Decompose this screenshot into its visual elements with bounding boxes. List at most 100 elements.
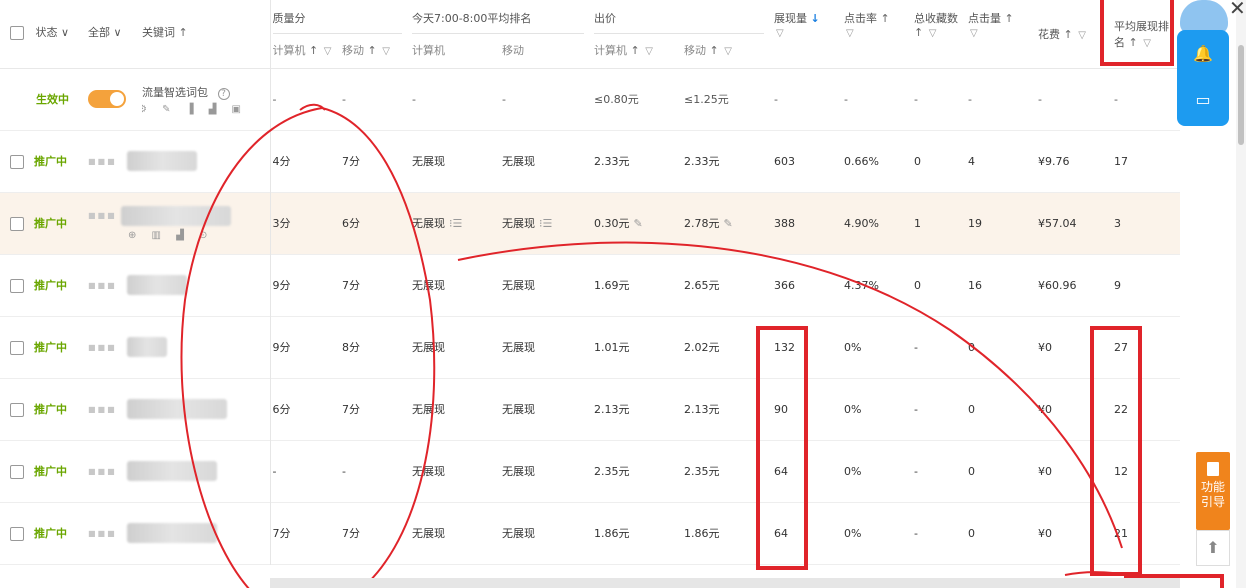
cell-impressions: 366: [774, 278, 795, 292]
cell-clicks: 0: [968, 340, 975, 354]
cell-avg-rank: 27: [1114, 340, 1128, 354]
row-checkbox[interactable]: [10, 403, 24, 417]
document-icon: [1207, 462, 1219, 476]
sort-up-icon[interactable]: ↑: [1064, 28, 1073, 41]
filter-icon[interactable]: ▽: [776, 28, 784, 39]
bid-pc-header[interactable]: 计算机 ↑ ▽: [594, 40, 684, 68]
filter-icon[interactable]: ▽: [324, 46, 332, 57]
keyword-dots: ■■■: [88, 528, 117, 538]
cell-ctr: 0%: [844, 402, 862, 416]
keyword-text-redacted[interactable]: [126, 151, 197, 171]
cell-impressions: 603: [774, 154, 795, 168]
avg-rank-header[interactable]: 平均展现排 名 ↑ ▽: [1106, 0, 1180, 68]
clicks-header[interactable]: 点击量 ↑ ▽: [968, 0, 1038, 68]
sort-up-icon[interactable]: ↑: [368, 44, 377, 57]
cost-header[interactable]: 花费 ↑ ▽: [1038, 0, 1106, 68]
floating-service-panel: 🔔 ▭: [1177, 30, 1229, 126]
row-checkbox[interactable]: [10, 465, 24, 479]
row-checkbox[interactable]: [10, 341, 24, 355]
row-checkbox[interactable]: [10, 279, 24, 293]
keyword-action-icons[interactable]: ⊕ ▥ ▟ ⊙: [128, 230, 270, 241]
sort-up-icon[interactable]: ↑: [914, 26, 923, 39]
sort-up-icon[interactable]: ↑: [309, 44, 318, 57]
filter-icon[interactable]: ▽: [929, 28, 937, 39]
keyword-dots: ■■■: [88, 466, 117, 476]
cell-rank-mobile: 无展现 ⁝☰: [502, 217, 553, 230]
row-checkbox[interactable]: [10, 217, 24, 231]
filter-icon[interactable]: ▽: [970, 28, 978, 39]
mascot-icon[interactable]: [1180, 0, 1228, 34]
sort-up-icon[interactable]: ↑: [1129, 36, 1138, 49]
quality-mobile-header[interactable]: 移动 ↑ ▽: [342, 40, 412, 68]
help-icon[interactable]: ?: [217, 87, 230, 100]
table-row[interactable]: 推广中 ■■■ 9分 8分 无展现 无展现 1.01元 2.02元 132 0% - 0 ¥0 27: [0, 316, 1180, 378]
cell-clicks: 16: [968, 278, 982, 292]
sort-up-icon[interactable]: ↑: [631, 44, 640, 57]
cell-quality-pc: 9分: [269, 316, 342, 378]
package-toggle-switch[interactable]: [88, 90, 126, 108]
cell-avg-rank: 9: [1114, 278, 1121, 292]
keyword-table-container: 状态 ∨ 全部 ∨ 关键词 ↑ 质量分 今天7:00-8:00平均排名 出价 展…: [0, 0, 1180, 588]
all-filter-dropdown[interactable]: 全部 ∨: [88, 0, 142, 68]
keyword-text-redacted[interactable]: [126, 523, 217, 543]
list-icon[interactable]: ⁝☰: [539, 217, 552, 230]
cell-bid-mobile: 2.13元: [684, 403, 720, 416]
edit-icon[interactable]: ✎: [634, 217, 643, 230]
keyword-header[interactable]: 关键词 ↑: [142, 0, 270, 68]
filter-icon[interactable]: ▽: [382, 46, 390, 57]
status-text: 推广中: [34, 341, 67, 354]
sort-up-icon[interactable]: ↑: [179, 26, 188, 39]
cell-bid-mobile: 2.02元: [684, 341, 720, 354]
ctr-header[interactable]: 点击率 ↑ ▽: [844, 0, 914, 68]
sort-down-icon[interactable]: ↓: [811, 12, 820, 25]
row-checkbox[interactable]: [10, 527, 24, 541]
cell-quality-mobile: 7分: [342, 527, 360, 540]
back-to-top-button[interactable]: ⬆: [1196, 530, 1230, 566]
favorites-header[interactable]: 总收藏数 ↑ ▽: [914, 0, 968, 68]
chat-icon[interactable]: ▭: [1177, 80, 1229, 120]
keyword-text-redacted[interactable]: [120, 205, 231, 226]
filter-icon[interactable]: ▽: [645, 46, 653, 57]
keyword-text-redacted[interactable]: [126, 275, 187, 295]
sort-up-icon[interactable]: ↑: [710, 44, 719, 57]
horizontal-scrollbar[interactable]: [270, 578, 1180, 588]
quality-pc-header[interactable]: 计算机 ↑ ▽: [269, 40, 342, 68]
table-row[interactable]: 推广中 ■■■ 9分 7分 无展现 无展现 1.69元 2.65元 366 4.37% 0 16 ¥60…: [0, 254, 1180, 316]
cell-avg-rank: -: [1114, 92, 1118, 106]
cell-ctr: 0%: [844, 340, 862, 354]
impressions-header[interactable]: 展现量 ↓ ▽: [774, 0, 844, 68]
package-action-icons[interactable]: ⚙ ✎ ▐ ▟ ▣: [142, 104, 270, 115]
filter-icon[interactable]: ▽: [724, 46, 732, 57]
cell-favorites: -: [914, 92, 918, 106]
cell-bid-pc: ≤0.80元: [594, 93, 639, 106]
filter-icon[interactable]: ▽: [1078, 30, 1086, 41]
filter-icon[interactable]: ▽: [1143, 38, 1151, 49]
table-row[interactable]: 推广中 ■■■ 7分 7分 无展现 无展现 1.86元 1.86元 64 0% - 0 ¥0 21: [0, 502, 1180, 564]
edit-icon[interactable]: ✎: [724, 217, 733, 230]
keyword-text-redacted[interactable]: [126, 461, 217, 481]
bell-icon[interactable]: 🔔: [1177, 34, 1229, 74]
filter-icon[interactable]: ▽: [846, 28, 854, 39]
table-row[interactable]: 推广中 ■■■ ⊕ ▥ ▟ ⊙ 3分 6分 无展现 ⁝☰ 无展现 ⁝☰ 0.30元 ✎ 2.78元 ✎ 3…: [0, 192, 1180, 254]
table-row[interactable]: 推广中 ■■■ 6分 7分 无展现 无展现 2.13元 2.13元 90 0% - 0 ¥0 22: [0, 378, 1180, 440]
close-icon[interactable]: ✕: [1229, 0, 1246, 20]
status-header[interactable]: 状态 ∨: [0, 0, 88, 68]
row-checkbox[interactable]: [10, 155, 24, 169]
cell-quality-mobile: 8分: [342, 341, 360, 354]
keyword-text-redacted[interactable]: [126, 399, 227, 419]
cell-cost: ¥0: [1038, 464, 1052, 478]
sort-up-icon[interactable]: ↑: [1005, 12, 1014, 25]
cell-rank-mobile: 无展现: [502, 155, 535, 168]
bid-mobile-header[interactable]: 移动 ↑ ▽: [684, 40, 774, 68]
sort-up-icon[interactable]: ↑: [881, 12, 890, 25]
list-icon[interactable]: ⁝☰: [449, 217, 462, 230]
table-row[interactable]: 推广中 ■■■ 4分 7分 无展现 无展现 2.33元 2.33元 603 0.66% 0 4 ¥9.7…: [0, 130, 1180, 192]
cell-clicks: 4: [968, 154, 975, 168]
scrollbar-thumb[interactable]: [1238, 45, 1244, 145]
table-row[interactable]: 推广中 ■■■ - - 无展现 无展现 2.35元 2.35元 64 0% -0 ¥0 12: [0, 440, 1180, 502]
keyword-text-redacted[interactable]: [126, 337, 167, 357]
feature-guide-button[interactable]: 功能 引导: [1196, 452, 1230, 530]
cell-bid-pc: 1.69元: [594, 279, 630, 292]
select-all-checkbox[interactable]: [10, 26, 24, 40]
cell-clicks: 0: [968, 464, 975, 478]
